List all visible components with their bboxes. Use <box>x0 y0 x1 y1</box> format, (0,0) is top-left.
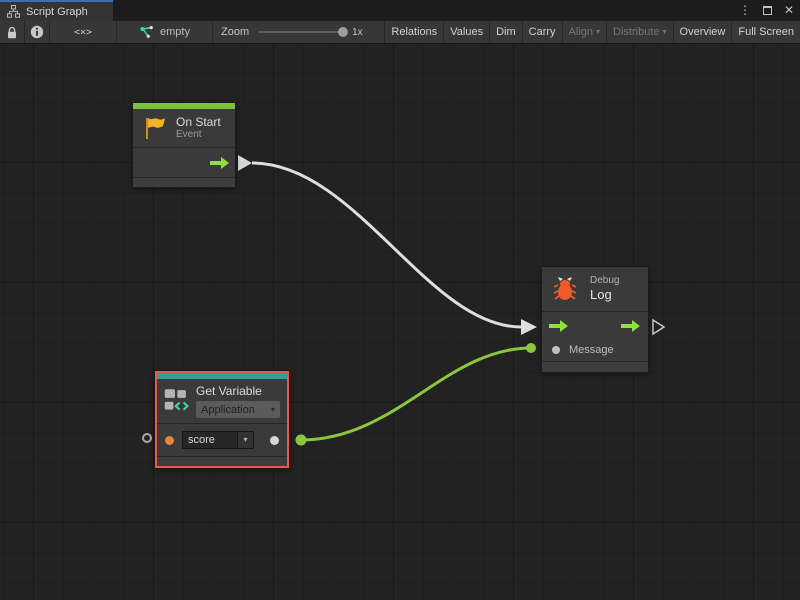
graph-tab-icon <box>7 5 20 18</box>
unconnected-value-port-circle[interactable] <box>142 433 152 443</box>
variable-scope-value: Application <box>201 404 255 416</box>
graph-pointer-icon <box>139 25 154 39</box>
fullscreen-button[interactable]: Full Screen <box>732 26 800 38</box>
lock-icon <box>6 26 18 39</box>
message-input-port[interactable] <box>552 346 560 354</box>
variable-name-input-port[interactable] <box>165 436 174 445</box>
chevron-down-icon: ▾ <box>663 28 667 36</box>
node-title: On Start <box>176 115 221 129</box>
flow-output-port[interactable] <box>210 156 230 170</box>
chevron-down-icon: ▾ <box>271 406 275 414</box>
carry-button[interactable]: Carry <box>523 26 562 38</box>
node-get-variable[interactable]: Get Variable Application ▾ ▾ <box>155 371 289 468</box>
code-preview-button[interactable]: <×> <box>50 21 117 43</box>
relations-button[interactable]: Relations <box>385 26 443 38</box>
info-icon <box>30 25 44 39</box>
zoom-slider-handle[interactable] <box>338 27 348 37</box>
value-output-port[interactable] <box>270 436 279 445</box>
tab-script-graph[interactable]: Script Graph <box>0 0 113 21</box>
node-debug-log[interactable]: Debug Log Message <box>542 267 648 372</box>
node-subtitle: Event <box>176 129 221 141</box>
values-button[interactable]: Values <box>444 26 489 38</box>
window-menu-icon[interactable]: ⋮ <box>739 0 751 21</box>
bug-icon <box>551 275 579 303</box>
node-title: Get Variable <box>196 384 280 398</box>
maximize-icon[interactable] <box>763 6 772 15</box>
code-icon: <×> <box>74 27 92 38</box>
node-category: Debug <box>590 275 619 287</box>
variable-scope-dropdown[interactable]: Application ▾ <box>196 401 280 418</box>
graph-toolbar: <×> empty Zoom 1x Relations Values Dim C… <box>0 21 800 44</box>
variables-icon <box>164 384 189 418</box>
align-button[interactable]: Align▾ <box>563 26 606 38</box>
variable-name-input[interactable] <box>182 431 238 449</box>
distribute-button[interactable]: Distribute▾ <box>607 26 672 38</box>
script-graph-window: Script Graph ⋮ ✕ <×> <box>0 0 800 600</box>
dim-button[interactable]: Dim <box>490 26 522 38</box>
flow-output-port[interactable] <box>621 319 641 333</box>
message-port-label: Message <box>569 344 614 356</box>
flag-icon <box>142 115 168 141</box>
variable-name-dropdown-button[interactable]: ▾ <box>238 431 254 449</box>
node-on-start[interactable]: On Start Event <box>133 103 235 187</box>
zoom-slider[interactable] <box>258 31 344 33</box>
zoom-label: Zoom <box>221 26 249 38</box>
close-icon[interactable]: ✕ <box>784 0 794 21</box>
chevron-down-icon: ▾ <box>243 436 247 444</box>
zoom-value: 1x <box>352 27 363 38</box>
graph-canvas[interactable] <box>0 44 800 600</box>
tab-title: Script Graph <box>26 6 88 18</box>
graph-reference-button[interactable]: empty <box>117 21 213 43</box>
info-button[interactable] <box>25 21 50 43</box>
zoom-control: Zoom 1x <box>213 21 385 43</box>
graph-reference-label: empty <box>160 26 190 38</box>
node-title: Log <box>590 287 619 303</box>
chevron-down-icon: ▾ <box>596 28 600 36</box>
title-bar: Script Graph ⋮ ✕ <box>0 0 800 21</box>
overview-button[interactable]: Overview <box>674 26 732 38</box>
lock-button[interactable] <box>0 21 25 43</box>
flow-input-port[interactable] <box>549 319 569 333</box>
